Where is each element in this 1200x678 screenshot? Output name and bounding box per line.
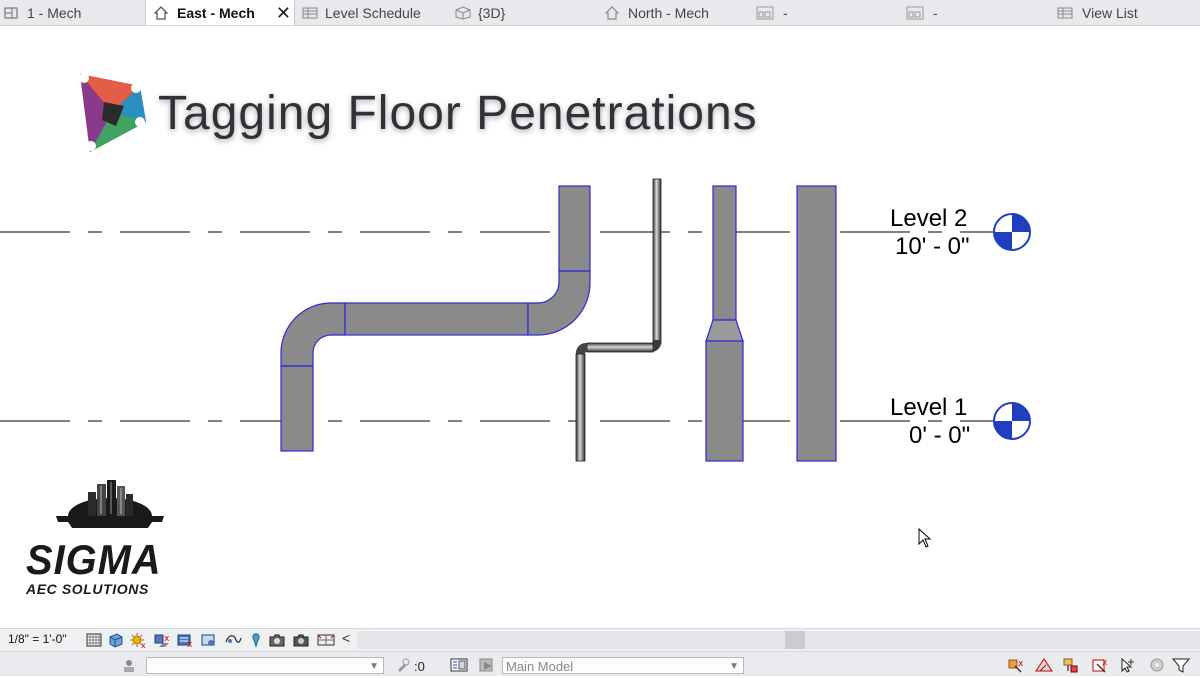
level-2-elevation[interactable]: 10' - 0": [895, 233, 969, 261]
sun-path-icon[interactable]: x: [129, 632, 146, 650]
reveal-hidden-elements-icon[interactable]: [292, 632, 309, 648]
design-options-icon[interactable]: [450, 657, 468, 673]
page-title: Tagging Floor Penetrations: [158, 87, 758, 140]
mouse-cursor-icon: [918, 527, 932, 553]
tab-label: East - Mech: [177, 4, 255, 21]
dynamo-logo-icon: [76, 66, 148, 161]
crop-view-icon[interactable]: [200, 632, 216, 648]
elevation-icon: [153, 5, 169, 20]
level-1-elevation[interactable]: 0' - 0": [909, 422, 970, 450]
duct-riser-3[interactable]: [796, 185, 837, 462]
level-2-head-icon[interactable]: [993, 213, 1031, 251]
detail-level-icon[interactable]: [86, 632, 102, 648]
design-option-combo[interactable]: Main Model ▼: [502, 657, 744, 674]
tab-1-mech[interactable]: 1 - Mech: [4, 0, 144, 25]
level-1-head-icon[interactable]: [993, 402, 1031, 440]
level-1-name[interactable]: Level 1: [890, 394, 967, 422]
tab-east-mech[interactable]: East - Mech ✕: [145, 0, 295, 25]
select-pinned-icon[interactable]: [1060, 657, 1078, 673]
close-icon[interactable]: ✕: [276, 3, 291, 24]
editing-requests-count: :0: [414, 659, 425, 674]
view-scale[interactable]: 1/8" = 1'-0": [8, 632, 67, 646]
select-by-face-icon[interactable]: x: [1090, 657, 1108, 673]
svg-text:x: x: [1102, 658, 1108, 668]
tab-label: -: [783, 4, 788, 21]
show-crop-region-icon[interactable]: [224, 632, 242, 648]
floor-plan-icon: [4, 6, 18, 20]
svg-text:x: x: [1018, 659, 1024, 669]
select-underlay-icon[interactable]: [1034, 657, 1053, 673]
drag-elements-icon[interactable]: [1118, 657, 1134, 673]
tab-label: 1 - Mech: [27, 4, 82, 21]
status-bar: ▼ :0 Main Model ▼ x x: [0, 651, 1200, 676]
schedule-icon: [302, 6, 318, 20]
title-banner: Tagging Floor Penetrations: [76, 66, 758, 161]
duct-riser-2[interactable]: [705, 185, 744, 462]
tab-label: View List: [1082, 4, 1138, 21]
tab-north-mech[interactable]: North - Mech: [604, 0, 750, 25]
brand-name: SIGMA: [26, 536, 162, 583]
duct-run-1[interactable]: [280, 185, 591, 452]
worksets-icon[interactable]: [120, 657, 136, 673]
temporary-hide-isolate-icon[interactable]: [268, 632, 285, 648]
filter-icon[interactable]: [1171, 657, 1191, 673]
svg-text:x: x: [187, 640, 193, 648]
editing-requests-icon[interactable]: [395, 657, 411, 673]
tab-label: {3D}: [478, 4, 506, 21]
add-to-set-icon[interactable]: [478, 657, 494, 673]
brand-subtitle: AEC SOLUTIONS: [26, 581, 149, 597]
sigma-gear-buildings-icon: [56, 480, 164, 528]
tab-sheet-1[interactable]: -: [756, 0, 896, 25]
view-control-bar: 1/8" = 1'-0" x x x <: [0, 628, 1200, 651]
visual-style-icon[interactable]: [107, 632, 123, 648]
sheet-icon: [756, 6, 774, 20]
unlocked-3d-view-icon[interactable]: [248, 632, 264, 648]
horizontal-scrollbar[interactable]: [357, 631, 1200, 649]
tab-label: North - Mech: [628, 4, 709, 21]
design-option-value: Main Model: [506, 659, 574, 674]
shadows-icon[interactable]: x: [153, 632, 170, 648]
schedule-icon: [1057, 6, 1073, 20]
analytical-model-icon[interactable]: [316, 632, 335, 648]
tab-sheet-2[interactable]: -: [906, 0, 1046, 25]
svg-text:x: x: [164, 634, 170, 644]
view-tab-bar: 1 - Mech East - Mech ✕ Level Schedule {3…: [0, 0, 1200, 26]
svg-text:x: x: [141, 641, 146, 648]
3d-view-icon: [455, 5, 471, 20]
sigma-logo: SIGMA AEC SOLUTIONS: [24, 478, 174, 597]
active-workset-combo[interactable]: ▼: [146, 657, 384, 674]
sheet-icon: [906, 6, 924, 20]
collapse-control-bar-button[interactable]: <: [342, 630, 358, 646]
tab-3d[interactable]: {3D}: [455, 0, 595, 25]
tab-label: -: [933, 4, 938, 21]
tab-label: Level Schedule: [325, 4, 421, 21]
select-links-icon[interactable]: x: [1006, 657, 1024, 673]
tab-view-list[interactable]: View List: [1057, 0, 1197, 25]
elevation-icon: [604, 5, 620, 20]
level-2-name[interactable]: Level 2: [890, 205, 967, 233]
background-process-icon[interactable]: [1148, 657, 1164, 673]
rendering-dialog-icon[interactable]: x: [176, 632, 193, 650]
tab-level-schedule[interactable]: Level Schedule: [302, 0, 450, 25]
scrollbar-thumb[interactable]: [785, 631, 805, 649]
